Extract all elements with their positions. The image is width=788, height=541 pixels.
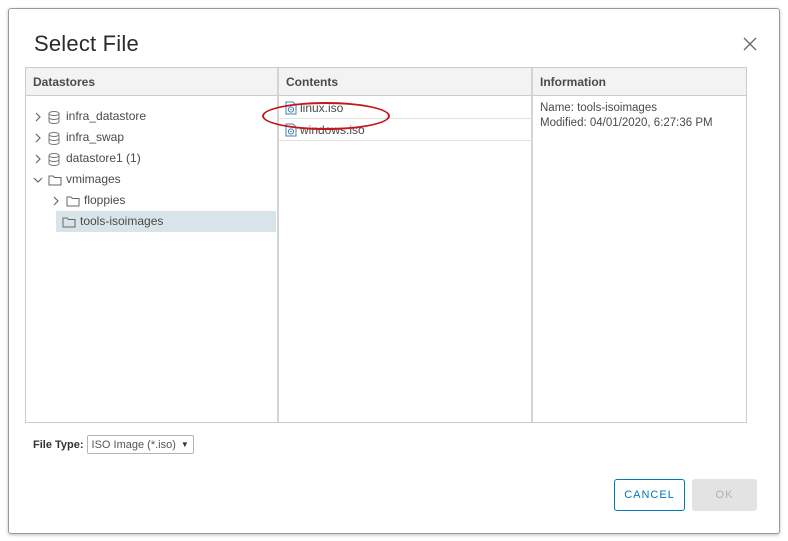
tree-item-vmimages[interactable]: vmimages: [32, 169, 272, 190]
file-type-label: File Type:: [33, 438, 84, 451]
file-item-linux-iso[interactable]: linux.iso: [279, 97, 531, 119]
tree-item-infra-swap[interactable]: infra_swap: [32, 127, 272, 148]
ok-button[interactable]: OK: [692, 479, 757, 511]
file-type-control: File Type: ISO Image (*.iso) ▼: [33, 435, 194, 454]
chevron-right-icon[interactable]: [32, 106, 44, 127]
file-browser-panes: Datastores infra_datastore infra_swap da…: [25, 67, 747, 423]
file-item-label: linux.iso: [300, 100, 344, 115]
tree-item-label: infra_datastore: [66, 109, 147, 123]
tree-item-label: vmimages: [66, 172, 121, 186]
dropdown-arrow-icon: ▼: [180, 440, 189, 449]
chevron-right-icon[interactable]: [50, 190, 62, 211]
chevron-right-icon[interactable]: [32, 127, 44, 148]
file-item-windows-iso[interactable]: windows.iso: [279, 119, 531, 141]
chevron-right-icon[interactable]: [32, 148, 44, 169]
info-name: Name: tools-isoimages: [540, 102, 657, 114]
datastores-header: Datastores: [26, 68, 277, 96]
close-icon[interactable]: [741, 35, 759, 53]
tree-item-label: datastore1 (1): [66, 151, 141, 165]
tree-item-tools-isoimages[interactable]: tools-isoimages: [56, 211, 276, 232]
file-type-select[interactable]: ISO Image (*.iso) ▼: [86, 435, 194, 454]
contents-pane: Contents linux.iso windows.iso: [279, 68, 531, 422]
cancel-button[interactable]: CANCEL: [614, 479, 685, 511]
contents-header: Contents: [279, 68, 531, 96]
information-header: Information: [533, 68, 746, 96]
file-type-value: ISO Image (*.iso): [91, 438, 176, 451]
database-icon: [48, 131, 62, 145]
tree-item-infra-datastore[interactable]: infra_datastore: [32, 106, 272, 127]
tree-item-datastore1[interactable]: datastore1 (1): [32, 148, 272, 169]
database-icon: [48, 110, 62, 124]
chevron-down-icon[interactable]: [32, 169, 44, 190]
info-modified: Modified: 04/01/2020, 6:27:36 PM: [540, 117, 713, 129]
folder-icon: [62, 216, 76, 228]
tree-item-label: floppies: [84, 193, 126, 207]
information-pane: Information Name: tools-isoimages Modifi…: [533, 68, 746, 422]
database-icon: [48, 152, 62, 166]
file-item-label: windows.iso: [300, 122, 365, 137]
disc-file-icon: [285, 101, 297, 115]
tree-item-label: infra_swap: [66, 130, 125, 144]
disc-file-icon: [285, 123, 297, 137]
tree-item-floppies[interactable]: floppies: [50, 190, 272, 211]
folder-icon: [66, 195, 80, 207]
tree-item-label: tools-isoimages: [80, 214, 164, 228]
datastores-pane: Datastores infra_datastore infra_swap da…: [26, 68, 277, 422]
dialog-title: Select File: [34, 31, 139, 56]
folder-icon: [48, 174, 62, 186]
